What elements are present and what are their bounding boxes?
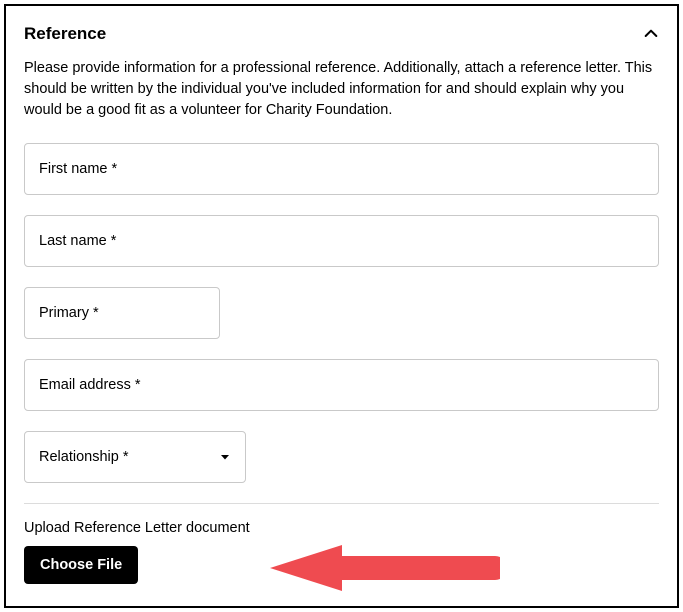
caret-down-icon [219, 451, 231, 463]
section-header[interactable]: Reference [24, 24, 659, 44]
primary-label: Primary* [39, 305, 99, 321]
upload-label: Upload Reference Letter document [24, 520, 659, 536]
first-name-label: First name* [39, 161, 117, 177]
last-name-field[interactable]: Last name* [24, 215, 659, 267]
relationship-select[interactable]: Relationship* [24, 431, 246, 483]
divider [24, 503, 659, 504]
section-description: Please provide information for a profess… [24, 58, 659, 121]
email-label: Email address* [39, 377, 141, 393]
relationship-label: Relationship* [39, 449, 128, 465]
last-name-label: Last name* [39, 233, 116, 249]
email-field[interactable]: Email address* [24, 359, 659, 411]
section-title: Reference [24, 24, 106, 44]
chevron-up-icon[interactable] [643, 26, 659, 42]
first-name-field[interactable]: First name* [24, 143, 659, 195]
annotation-arrow-icon [270, 543, 500, 598]
choose-file-button[interactable]: Choose File [24, 546, 138, 584]
reference-section: Reference Please provide information for… [4, 4, 679, 608]
primary-field[interactable]: Primary* [24, 287, 220, 339]
